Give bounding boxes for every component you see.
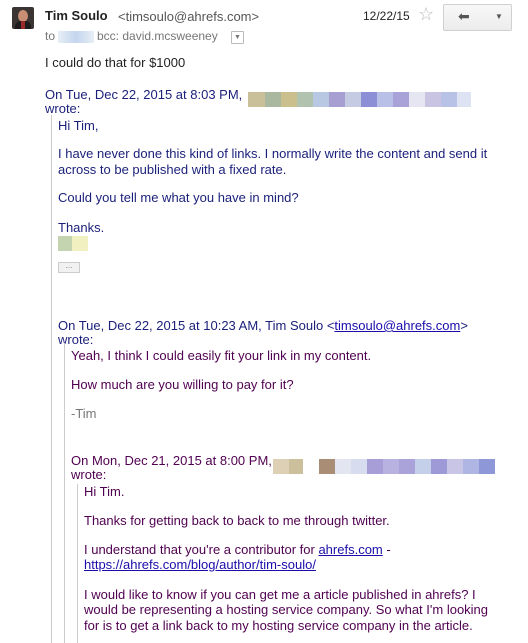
quote2-signature: -Tim — [71, 406, 97, 421]
sender-name: Tim Soulo — [45, 8, 108, 23]
quote3-para-line3: for is to get a link back to my hosting … — [84, 618, 473, 633]
quote3-wrote: wrote: — [71, 467, 107, 482]
quote-bar-level3 — [77, 484, 78, 643]
author-profile-link[interactable]: https://ahrefs.com/blog/author/tim-soulo… — [84, 557, 316, 572]
quote2-line1: Yeah, I think I could easily fit your li… — [71, 348, 372, 363]
quote3-line2: I understand that you're a contributor f… — [84, 542, 391, 557]
quote3-para-line2: would be representing a hosting service … — [84, 602, 489, 617]
bcc-recipients: bcc: david.mcsweeney — [97, 29, 218, 43]
star-outline-icon[interactable]: ☆ — [418, 4, 434, 25]
quote2-attribution-prefix: On Tue, Dec 22, 2015 at 10:23 AM, Tim So… — [58, 318, 335, 333]
quote3-line2-prefix: I understand that you're a contributor f… — [84, 542, 319, 557]
reply-icon: ⬅ — [458, 8, 470, 24]
quote3-attribution: On Mon, Dec 21, 2015 at 8:00 PM, — [71, 453, 272, 468]
quote3-line2-suffix: - — [382, 542, 391, 557]
quote2-line2: How much are you willing to pay for it? — [71, 377, 294, 392]
quote-bar-level1 — [51, 115, 52, 643]
show-trimmed-content-button[interactable]: ... — [58, 262, 80, 273]
more-options-button[interactable]: ▼ — [487, 4, 512, 31]
ahrefs-link[interactable]: ahrefs.com — [318, 542, 382, 557]
reply-text: I could do that for $1000 — [45, 55, 186, 70]
quote1-wrote: wrote: — [45, 101, 81, 116]
quote3-para-line1: I would like to know if you can get me a… — [84, 587, 476, 602]
to-label: to — [45, 29, 56, 43]
quote1-thanks: Thanks. — [58, 220, 105, 235]
quote2-attribution-suffix: > — [460, 318, 468, 333]
chevron-down-icon: ▼ — [495, 12, 503, 21]
quote1-attribution: On Tue, Dec 22, 2015 at 8:03 PM, — [45, 87, 243, 102]
quote2-attribution: On Tue, Dec 22, 2015 at 10:23 AM, Tim So… — [58, 318, 468, 333]
message-date: 12/22/15 — [363, 9, 410, 23]
sender-email: <timsoulo@ahrefs.com> — [118, 9, 260, 24]
show-details-chevron-icon[interactable]: ▼ — [231, 31, 244, 44]
quote3-line1: Thanks for getting back to back to me th… — [84, 513, 390, 528]
quote1-para1-line2: across to be published with a fixed rate… — [58, 162, 287, 177]
sender-avatar — [12, 7, 34, 29]
quote1-para1-line1: I have never done this kind of links. I … — [58, 146, 488, 161]
quote1-greeting: Hi Tim, — [58, 118, 99, 133]
quote1-para2: Could you tell me what you have in mind? — [58, 190, 299, 205]
reply-button[interactable]: ⬅ — [443, 4, 489, 31]
quote2-email-link[interactable]: timsoulo@ahrefs.com — [334, 318, 460, 333]
quote3-greeting: Hi Tim. — [84, 484, 125, 499]
redacted-recipient — [58, 31, 94, 43]
quote-bar-level2 — [64, 343, 65, 643]
